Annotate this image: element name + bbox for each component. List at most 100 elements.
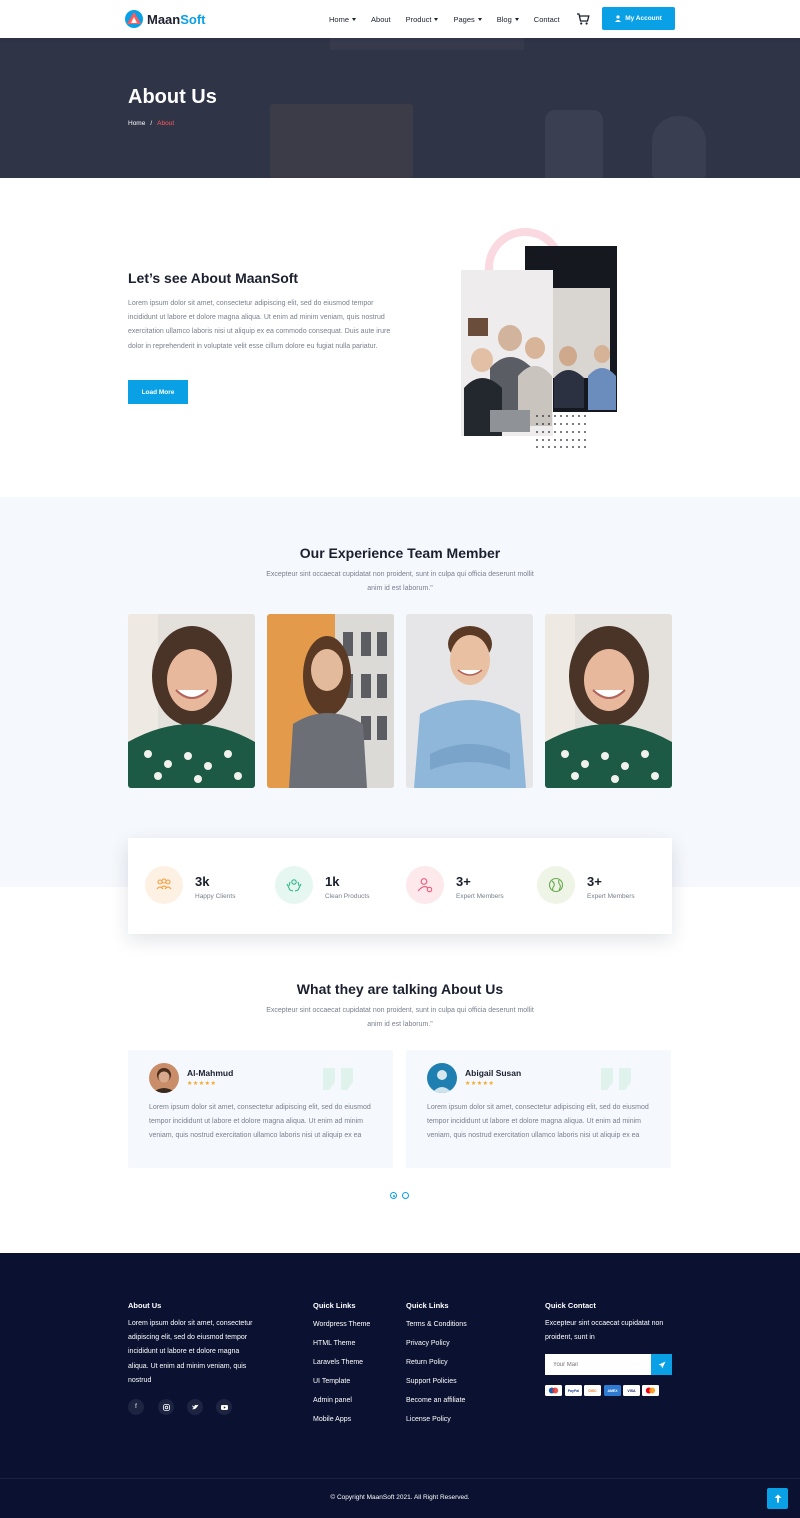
- logo-text-soft: Soft: [180, 11, 206, 27]
- footer-about-text: Lorem ipsum dolor sit amet, consectetur …: [128, 1320, 253, 1384]
- stats-box: 3k Happy Clients 1k Clean Products 3+ Ex…: [128, 838, 672, 934]
- testimonial-name: Abigail Susan: [465, 1068, 522, 1078]
- caret-down-icon: [434, 17, 439, 21]
- team-subtitle: Excepteur sint occaecat cupidatat non pr…: [266, 571, 534, 592]
- hero-bg-cup: [652, 116, 706, 178]
- nav-contact-label: Contact: [533, 14, 560, 24]
- group-icon: [145, 866, 183, 904]
- quote-icon: [601, 1068, 631, 1090]
- breadcrumb-current: About: [157, 120, 175, 127]
- my-account-label: My Account: [625, 15, 662, 22]
- footer-quick-links-title-2: Quick Links: [406, 1301, 449, 1310]
- footer-about-title: About Us: [128, 1301, 162, 1310]
- about-title: Let’s see About MaanSoft: [128, 270, 299, 286]
- site-header: MaanSoft Home About Product Pages Blog C…: [0, 0, 800, 38]
- team-member-card[interactable]: [545, 614, 672, 788]
- footer-contact-title: Quick Contact: [545, 1301, 596, 1310]
- stat-label: Clean Products: [325, 893, 370, 900]
- cart-icon[interactable]: [576, 12, 590, 26]
- about-text: Lorem ipsum dolor sit amet, consectetur …: [128, 300, 391, 350]
- footer-link[interactable]: License Policy: [406, 1416, 451, 1423]
- footer-contact-text: Excepteur sint occaecat cupidatat non pr…: [545, 1320, 664, 1342]
- nav-contact[interactable]: Contact: [534, 15, 560, 24]
- arrow-up-icon: [774, 1494, 781, 1503]
- facebook-icon[interactable]: f: [128, 1399, 144, 1415]
- nav-pages[interactable]: Pages: [453, 14, 482, 24]
- team-member-card[interactable]: [128, 614, 255, 788]
- stat-label: Expert Members: [587, 893, 635, 900]
- hands-icon: [275, 866, 313, 904]
- avatar: [427, 1063, 457, 1093]
- nav-product[interactable]: Product: [406, 15, 439, 24]
- logo-icon: [125, 10, 143, 28]
- paypal-card-icon: PayPal: [565, 1385, 582, 1396]
- mail-input[interactable]: [545, 1354, 651, 1375]
- testimonials-title: What they are talking About Us: [296, 981, 504, 997]
- stat-label: Happy Clients: [195, 893, 236, 900]
- testimonial-text: Lorem ipsum dolor sit amet, consectetur …: [149, 1104, 371, 1140]
- testimonial-card: Abigail Susan ★★★★★ Lorem ipsum dolor si…: [406, 1050, 671, 1168]
- user-icon: [615, 15, 622, 22]
- maestro-card-icon: [545, 1385, 562, 1396]
- nav-pages-label: Pages: [453, 14, 475, 24]
- send-button[interactable]: [651, 1354, 672, 1375]
- load-more-button[interactable]: Load More: [128, 380, 188, 404]
- star-rating: ★★★★★: [187, 1081, 217, 1087]
- nav-about-label: About: [371, 14, 391, 24]
- page-hero: About Us Home / About: [0, 38, 800, 178]
- copyright-text: © Copyright MaanSoft 2021. All Right Res…: [330, 1494, 470, 1501]
- globe-icon: [537, 866, 575, 904]
- footer-link[interactable]: Admin panel: [313, 1397, 352, 1404]
- quote-icon: [323, 1068, 353, 1090]
- about-image: [461, 228, 617, 448]
- nav-home[interactable]: Home: [329, 15, 357, 24]
- stat-item: 3+ Expert Members: [406, 866, 536, 906]
- breadcrumb: Home / About: [128, 120, 174, 127]
- discover-card-icon: DISC: [584, 1385, 601, 1396]
- nav-about[interactable]: About: [371, 15, 391, 24]
- testimonials-subtitle: Excepteur sint occaecat cupidatat non pr…: [266, 1007, 534, 1028]
- footer-link[interactable]: Support Policies: [406, 1378, 457, 1385]
- page-title: About Us: [128, 86, 217, 108]
- stat-label: Expert Members: [456, 893, 504, 900]
- footer-link[interactable]: Mobile Apps: [313, 1416, 351, 1423]
- footer-link[interactable]: Privacy Policy: [406, 1340, 450, 1347]
- stat-value: 3+: [587, 874, 602, 889]
- site-logo[interactable]: MaanSoft: [124, 8, 206, 30]
- stat-item: 1k Clean Products: [275, 866, 405, 906]
- send-icon: [658, 1361, 665, 1368]
- breadcrumb-home[interactable]: Home: [128, 120, 145, 127]
- avatar: [149, 1063, 179, 1093]
- team-member-card[interactable]: [406, 614, 533, 788]
- my-account-button[interactable]: My Account: [602, 7, 675, 30]
- scroll-to-top-button[interactable]: [767, 1488, 788, 1509]
- team-member-card[interactable]: [267, 614, 394, 788]
- hero-bg-vase: [545, 110, 603, 178]
- nav-product-label: Product: [405, 14, 432, 24]
- footer-link[interactable]: Laravels Theme: [313, 1359, 363, 1366]
- stat-value: 3k: [195, 874, 210, 889]
- nav-blog-label: Blog: [496, 14, 512, 24]
- main-nav: Home About Product Pages Blog Contact: [329, 0, 560, 38]
- youtube-icon[interactable]: [216, 1399, 232, 1415]
- caret-down-icon: [477, 17, 482, 21]
- caret-down-icon: [514, 17, 519, 21]
- footer-link[interactable]: UI Template: [313, 1378, 350, 1385]
- hero-bg-shelf: [330, 38, 524, 50]
- carousel-dot-1[interactable]: [390, 1192, 397, 1199]
- footer-link[interactable]: Terms & Conditions: [406, 1321, 467, 1328]
- footer-link[interactable]: HTML Theme: [313, 1340, 355, 1347]
- footer-quick-links-title: Quick Links: [313, 1301, 356, 1310]
- twitter-icon[interactable]: [187, 1399, 203, 1415]
- footer-link[interactable]: Return Policy: [406, 1359, 448, 1366]
- footer-link[interactable]: Wordpress Theme: [313, 1321, 370, 1328]
- stat-item: 3+ Expert Members: [537, 866, 667, 906]
- hero-bg-laptop: [270, 104, 413, 178]
- instagram-icon[interactable]: [158, 1399, 174, 1415]
- footer-link[interactable]: Become an affiliate: [406, 1397, 465, 1404]
- user-settings-icon: [406, 866, 444, 904]
- carousel-dot-2[interactable]: [402, 1192, 409, 1199]
- nav-blog[interactable]: Blog: [497, 15, 519, 24]
- team-title: Our Experience Team Member: [299, 545, 501, 561]
- star-rating: ★★★★★: [465, 1081, 495, 1087]
